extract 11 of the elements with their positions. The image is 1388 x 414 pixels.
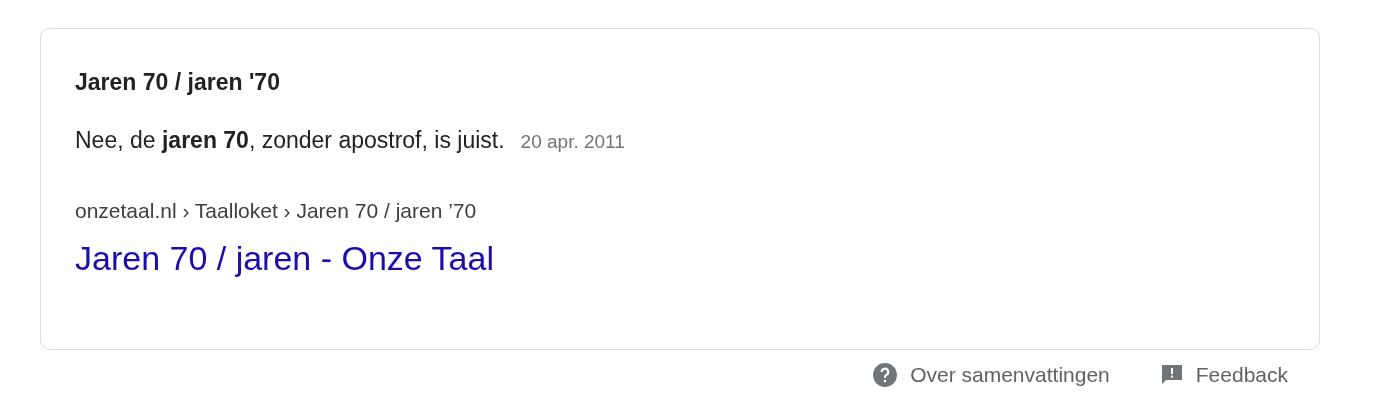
snippet-date: 20 apr. 2011 — [520, 131, 625, 153]
help-icon — [872, 362, 899, 388]
snippet-text: Nee, de jaren 70, zonder apostrof, is juist. — [75, 127, 505, 154]
snippet-title: Jaren 70 / jaren '70 — [75, 68, 281, 97]
feedback-icon — [1159, 363, 1184, 387]
breadcrumb: onzetaal.nl › Taalloket › Jaren 70 / jaren ’70 — [75, 198, 478, 224]
about-link[interactable]: Over samenvattingen — [872, 362, 1110, 388]
link-label: Over samenvattingen — [910, 363, 1110, 387]
feedback-link[interactable]: Feedback — [1159, 362, 1288, 388]
link-label: Feedback — [1195, 363, 1288, 387]
result-link[interactable]: Jaren 70 / jaren - Onze Taal — [75, 238, 494, 278]
